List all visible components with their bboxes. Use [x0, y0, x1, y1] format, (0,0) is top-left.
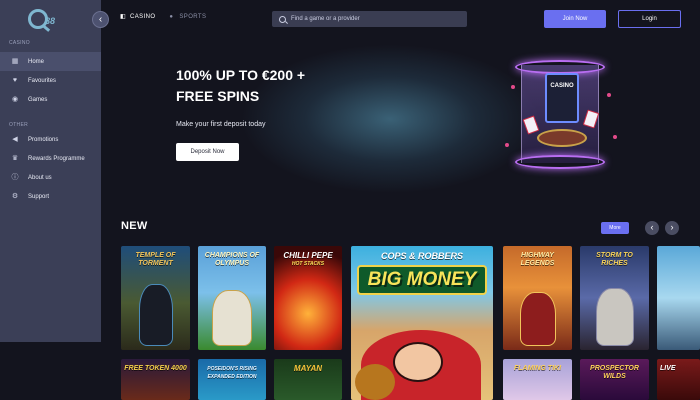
zeus-figure: [212, 290, 252, 346]
hero-title: 100% UP TO €200 + FREE SPINS: [176, 67, 306, 104]
slot-machine-icon: CASINO: [545, 73, 579, 123]
logo-text: 88: [45, 16, 56, 26]
sidebar-top: 88: [0, 0, 101, 38]
brand-logo[interactable]: 88: [28, 9, 72, 31]
game-tile-champions-of-olympus[interactable]: CHAMPIONS OF OLYMPUS: [198, 246, 266, 350]
carousel-prev-button[interactable]: ‹: [645, 221, 659, 235]
sidebar-collapse-button[interactable]: ‹: [92, 11, 109, 28]
sidebar-item-favourites[interactable]: ♥ Favourites: [0, 71, 101, 90]
game-title: FLAMING TIKI: [513, 365, 562, 372]
gear-icon: ⚙: [11, 192, 19, 200]
sidebar-heading-other: OTHER: [9, 122, 28, 128]
game-title: TEMPLE OF TORMENT: [135, 252, 176, 267]
game-title: POSEIDON'S RISING EXPANDED EDITION: [207, 366, 257, 380]
game-tile-flaming-tiki[interactable]: FLAMING TIKI: [503, 359, 572, 400]
sidebar-item-label: Games: [28, 96, 48, 103]
deposit-now-button[interactable]: Deposit Now: [176, 143, 239, 161]
info-icon: ⓘ: [11, 173, 19, 181]
dice-icon: ◧: [120, 14, 127, 20]
game-title: FREE TOKEN 4000: [124, 365, 187, 372]
sidebar-item-label: Support: [28, 193, 50, 200]
sidebar-item-games[interactable]: ◉ Games: [0, 90, 101, 109]
neon-ring-top: [515, 60, 605, 74]
wizard-figure: [595, 288, 634, 346]
sidebar-item-about[interactable]: ⓘ About us: [0, 168, 101, 187]
confetti-dot: [511, 85, 515, 89]
game-tile-free-token[interactable]: FREE TOKEN 4000: [121, 359, 190, 400]
sidebar-heading-casino: CASINO: [9, 40, 30, 46]
game-tile-big-money[interactable]: COPS & ROBBERS BIG MONEY: [351, 246, 493, 400]
login-button[interactable]: Login: [618, 10, 681, 28]
chips-icon: [537, 129, 587, 147]
sidebar-item-label: Rewards Programme: [28, 155, 85, 162]
game-title-big: BIG MONEY: [357, 265, 487, 295]
confetti-dot: [505, 143, 509, 147]
game-title: LIVE: [660, 365, 676, 372]
game-title: MAYAN: [293, 364, 323, 373]
search-placeholder: Find a game or a provider: [291, 16, 360, 22]
search-input[interactable]: Find a game or a provider: [272, 11, 467, 27]
chevron-left-icon: ‹: [98, 14, 103, 25]
app-page: 88 CASINO ▦ Home ♥ Favourites ◉ Games OT…: [0, 0, 700, 400]
robber-face: [393, 342, 443, 382]
sidebar-item-rewards[interactable]: ♛ Rewards Programme: [0, 149, 101, 168]
more-button[interactable]: More: [601, 222, 629, 234]
chevron-left-icon: ‹: [650, 222, 654, 232]
game-title: PROSPECTOR WILDS: [590, 365, 639, 380]
money-bag-icon: [355, 364, 395, 400]
game-tile-poseidons-rising[interactable]: POSEIDON'S RISING EXPANDED EDITION: [198, 359, 266, 400]
game-tile-live[interactable]: LIVE: [657, 359, 700, 400]
neon-ring-bottom: [515, 155, 605, 169]
rider-figure: [519, 292, 556, 346]
game-tile-prospector-wilds[interactable]: PROSPECTOR WILDS: [580, 359, 649, 400]
sidebar-item-promotions[interactable]: ◀ Promotions: [0, 130, 101, 149]
chevron-right-icon: ›: [670, 222, 674, 232]
confetti-dot: [613, 135, 617, 139]
gamepad-icon: ◉: [11, 95, 19, 103]
hero-subtitle: Make your first deposit today: [176, 121, 266, 128]
game-tile-highway-legends[interactable]: HIGHWAY LEGENDS: [503, 246, 572, 350]
sidebar-item-label: Home: [28, 58, 45, 65]
megaphone-icon: ◀: [12, 135, 18, 143]
slot-machine-label: CASINO: [550, 83, 574, 89]
game-tile-partial[interactable]: [657, 246, 700, 350]
game-tile-chilli-pepe[interactable]: CHILLI PEPE HOT STACKS: [274, 246, 342, 350]
game-title-main: CHILLI PEPE: [283, 251, 333, 260]
section-title-new: NEW: [121, 220, 148, 232]
game-tile-mayan[interactable]: MAYAN: [274, 359, 342, 400]
sidebar-item-label: Favourites: [28, 77, 57, 84]
anubis-figure: [138, 284, 173, 346]
tab-casino[interactable]: ◧ CASINO: [120, 14, 155, 20]
game-title: COPS & ROBBERS: [380, 251, 463, 261]
hero-casino-illustration: CASINO: [503, 55, 623, 175]
game-title: CHILLI PEPE HOT STACKS: [274, 252, 342, 268]
tab-label: CASINO: [130, 14, 156, 20]
sidebar: 88 CASINO ▦ Home ♥ Favourites ◉ Games OT…: [0, 0, 101, 342]
tab-sports[interactable]: ● SPORTS: [169, 14, 206, 20]
ball-icon: ●: [169, 14, 174, 20]
heart-icon: ♥: [12, 76, 18, 84]
game-tile-temple-of-torment[interactable]: TEMPLE OF TORMENT: [121, 246, 190, 350]
tab-label: SPORTS: [179, 14, 207, 20]
game-tile-storm-to-riches[interactable]: STORM TO RICHES: [580, 246, 649, 350]
grid-icon: ▦: [11, 57, 19, 65]
search-icon: [279, 15, 286, 23]
carousel-next-button[interactable]: ›: [665, 221, 679, 235]
sidebar-item-support[interactable]: ⚙ Support: [0, 187, 101, 206]
header-tabs: ◧ CASINO ● SPORTS: [120, 14, 206, 20]
sidebar-item-home[interactable]: ▦ Home: [0, 52, 101, 71]
join-now-button[interactable]: Join Now: [544, 10, 606, 28]
sidebar-item-label: About us: [28, 174, 52, 181]
confetti-dot: [607, 93, 611, 97]
game-title: HIGHWAY LEGENDS: [520, 252, 555, 267]
trophy-icon: ♛: [11, 154, 19, 162]
game-title: CHAMPIONS OF OLYMPUS: [204, 252, 260, 267]
sidebar-item-label: Promotions: [28, 136, 59, 143]
game-title: STORM TO RICHES: [596, 252, 633, 267]
game-title-sub: HOT STACKS: [291, 261, 325, 267]
